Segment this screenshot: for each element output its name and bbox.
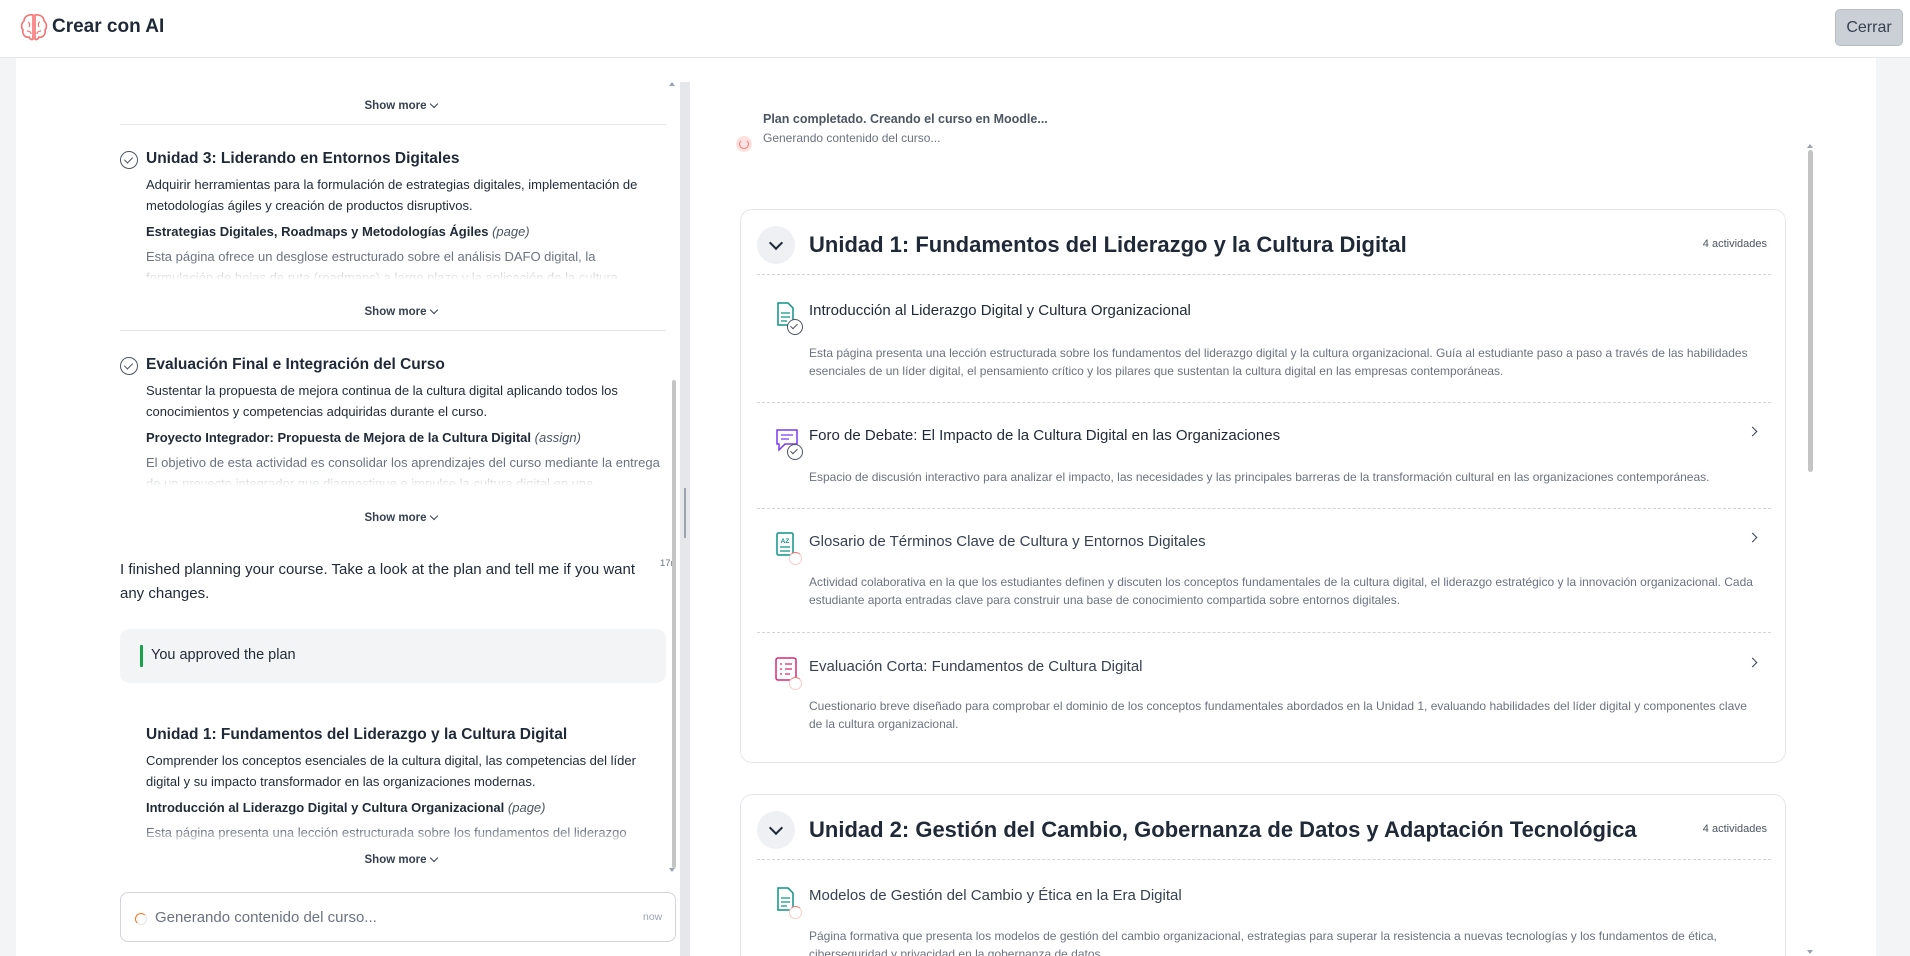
completed-check-icon	[787, 319, 803, 335]
activity-title: Estrategias Digitales, Roadmaps y Metodo…	[146, 224, 530, 239]
activity-title: Introducción al Liderazgo Digital y Cult…	[146, 800, 545, 815]
check-circle-icon	[120, 151, 138, 169]
svg-text:AZ: AZ	[781, 538, 790, 545]
activity-title: Evaluación Corta: Fundamentos de Cultura…	[809, 658, 1143, 675]
divider	[757, 402, 1771, 403]
chevron-down-icon	[430, 511, 439, 521]
divider	[757, 859, 1771, 860]
activity-description: Página formativa que presenta los modelo…	[809, 929, 1717, 956]
activity-title: Introducción al Liderazgo Digital y Cult…	[809, 302, 1191, 319]
unit-description: Sustentar la propuesta de mejora continu…	[146, 383, 618, 419]
chevron-right-icon[interactable]	[1747, 426, 1758, 437]
left-scrollbar-thumb[interactable]	[672, 380, 676, 868]
loading-spinner-icon	[789, 906, 802, 919]
activity-title-text: Proyecto Integrador: Propuesta de Mejora…	[146, 430, 532, 445]
activity-type: (page)	[507, 800, 546, 815]
chevron-down-icon	[430, 99, 439, 109]
unit-title: Unidad 3: Liderando en Entornos Digitale…	[146, 150, 460, 167]
divider	[757, 632, 1771, 633]
composer-timestamp: now	[643, 911, 663, 923]
activity-description: Esta página presenta una lección estruct…	[809, 346, 1748, 378]
unit-card: Unidad 2: Gestión del Cambio, Gobernanza…	[740, 794, 1786, 956]
approval-notice: You approved the plan	[120, 629, 666, 683]
activity-count: 4 actividades	[1702, 823, 1767, 835]
unit-card-title: Unidad 2: Gestión del Cambio, Gobernanza…	[809, 817, 1637, 842]
unit-card-title: Unidad 1: Fundamentos del Liderazgo y la…	[809, 232, 1407, 257]
unit-description: Comprender los conceptos esenciales de l…	[146, 753, 636, 789]
approval-accent-bar	[140, 645, 143, 667]
brain-logo-icon	[20, 14, 48, 41]
composer-status-text: Generando contenido del curso...	[155, 909, 377, 926]
activity-description: Espacio de discusión interactivo para an…	[809, 470, 1710, 484]
unit-card: Unidad 1: Fundamentos del Liderazgo y la…	[740, 209, 1786, 763]
resize-grip-icon[interactable]	[684, 488, 686, 538]
collapse-chevron-icon[interactable]	[757, 226, 795, 264]
activity-description: Actividad colaborativa en la que los est…	[809, 575, 1753, 607]
activity-title-text: Estrategias Digitales, Roadmaps y Metodo…	[146, 224, 489, 239]
loading-spinner-icon	[789, 552, 802, 565]
activity-title: Modelos de Gestión del Cambio y Ética en…	[809, 887, 1182, 904]
collapse-chevron-icon[interactable]	[757, 811, 795, 849]
show-more-label: Show more	[364, 854, 427, 866]
divider	[757, 274, 1771, 275]
show-more-label: Show more	[364, 100, 427, 112]
activity-description: El objetivo de esta actividad es consoli…	[146, 455, 660, 486]
plan-chat-panel[interactable]: Show more Unidad 3: Liderando en Entorno…	[16, 58, 676, 946]
loading-spinner-icon	[736, 136, 752, 152]
activity-type: (page)	[492, 224, 530, 239]
show-more-label: Show more	[364, 512, 427, 524]
chat-composer[interactable]: Generando contenido del curso... now	[120, 892, 676, 942]
unit-description: Adquirir herramientas para la formulació…	[146, 177, 638, 213]
activity-title: Glosario de Términos Clave de Cultura y …	[809, 533, 1206, 550]
show-more-button[interactable]: Show more	[120, 305, 676, 318]
divider	[120, 330, 666, 331]
check-circle-icon	[120, 357, 138, 375]
chevron-down-icon	[430, 305, 439, 315]
right-scrollbar-thumb[interactable]	[1808, 150, 1813, 472]
activity-description: Esta página ofrece un desglose estructur…	[146, 249, 618, 280]
show-more-button[interactable]: Show more	[120, 99, 676, 112]
app-title: Crear con AI	[52, 16, 165, 37]
chevron-right-icon[interactable]	[1747, 657, 1758, 668]
activity-description: Esta página presenta una lección estruct…	[146, 825, 627, 840]
show-more-label: Show more	[364, 306, 427, 318]
close-button[interactable]: Cerrar	[1835, 9, 1903, 46]
scroll-up-arrow-icon[interactable]	[1807, 144, 1813, 148]
course-preview-panel[interactable]: Plan completado. Creando el curso en Moo…	[690, 82, 1816, 956]
show-more-button[interactable]: Show more	[120, 511, 676, 524]
activity-title-text: Introducción al Liderazgo Digital y Cult…	[146, 800, 505, 815]
loading-spinner-icon	[789, 677, 802, 690]
main-area: Show more Unidad 3: Liderando en Entorno…	[16, 58, 1876, 956]
unit-title: Evaluación Final e Integración del Curso	[146, 356, 445, 373]
scroll-down-arrow-icon[interactable]	[669, 868, 675, 872]
status-subtitle: Generando contenido del curso...	[763, 131, 941, 145]
chevron-down-icon	[430, 853, 439, 863]
activity-title: Proyecto Integrador: Propuesta de Mejora…	[146, 430, 581, 445]
scroll-up-arrow-icon[interactable]	[669, 82, 675, 86]
status-title: Plan completado. Creando el curso en Moo…	[763, 112, 1048, 126]
activity-description: Cuestionario breve diseñado para comprob…	[809, 699, 1747, 731]
show-more-button[interactable]: Show more	[120, 853, 676, 866]
completed-check-icon	[787, 444, 803, 460]
activity-title: Foro de Debate: El Impacto de la Cultura…	[809, 427, 1281, 444]
scroll-down-arrow-icon[interactable]	[1807, 950, 1813, 954]
assistant-message: I finished planning your course. Take a …	[120, 561, 636, 602]
activity-type: (assign)	[534, 430, 581, 445]
top-bar: Crear con AI Cerrar	[0, 0, 1910, 58]
unit-title: Unidad 1: Fundamentos del Liderazgo y la…	[146, 726, 568, 743]
divider	[120, 124, 666, 125]
chevron-right-icon[interactable]	[1747, 532, 1758, 543]
loading-spinner-icon	[135, 913, 147, 925]
approval-text: You approved the plan	[151, 647, 296, 663]
activity-count: 4 actividades	[1702, 238, 1767, 250]
divider	[757, 508, 1771, 509]
